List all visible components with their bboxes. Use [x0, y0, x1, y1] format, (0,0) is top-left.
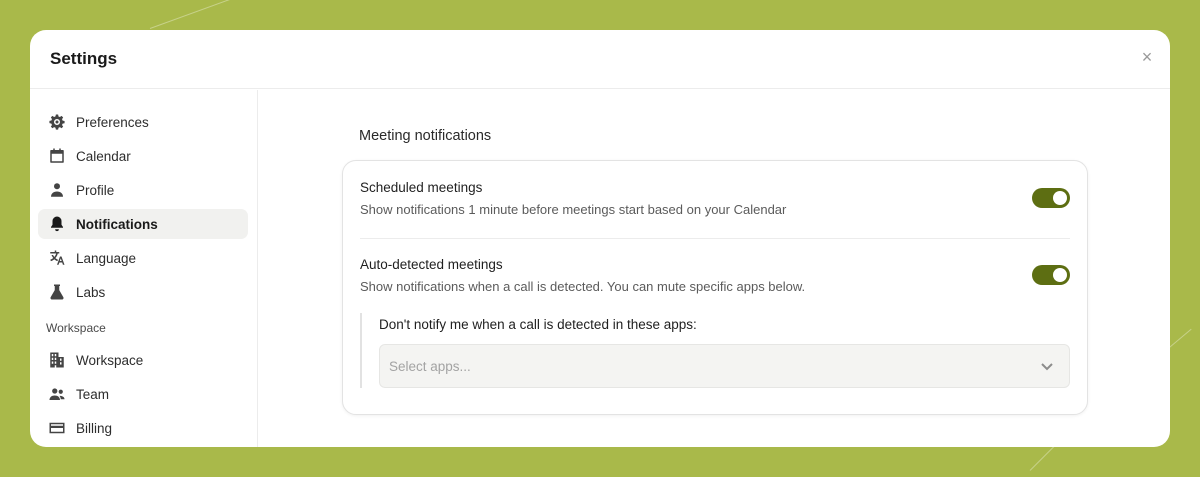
section-heading: Meeting notifications: [359, 128, 492, 144]
auto-detected-meetings-title: Auto-detected meetings: [360, 257, 503, 272]
divider: [360, 238, 1070, 239]
auto-detected-meetings-row: Auto-detected meetings Show notification…: [360, 257, 1070, 294]
select-apps-placeholder: Select apps...: [389, 358, 471, 374]
sidebar-item-language[interactable]: Language: [38, 243, 248, 273]
translate-icon: [47, 248, 67, 268]
workspace-section-label: Workspace: [46, 321, 106, 335]
mute-apps-block: Don't notify me when a call is detected …: [360, 313, 1070, 388]
settings-content: Meeting notifications Scheduled meetings…: [259, 90, 1170, 447]
sidebar-item-label: Labs: [76, 284, 106, 300]
sidebar-item-team[interactable]: Team: [38, 379, 248, 409]
mute-apps-label: Don't notify me when a call is detected …: [379, 317, 697, 332]
modal-header: Settings ×: [30, 30, 1170, 89]
settings-sidebar: Preferences Calendar Profile Notificatio…: [30, 90, 258, 447]
sidebar-item-calendar[interactable]: Calendar: [38, 141, 248, 171]
sidebar-item-label: Team: [76, 386, 110, 402]
team-icon: [47, 384, 67, 404]
chevron-down-icon: [1039, 358, 1055, 374]
meeting-notifications-card: Scheduled meetings Show notifications 1 …: [342, 160, 1088, 415]
modal-title: Settings: [50, 49, 118, 68]
sidebar-item-labs[interactable]: Labs: [38, 277, 248, 307]
auto-detected-meetings-description: Show notifications when a call is detect…: [360, 279, 806, 294]
sidebar-item-notifications[interactable]: Notifications: [38, 209, 248, 239]
sidebar-item-label: Profile: [76, 182, 115, 198]
person-icon: [47, 180, 67, 200]
sidebar-item-profile[interactable]: Profile: [38, 175, 248, 205]
flask-icon: [47, 282, 67, 302]
calendar-icon: [47, 146, 67, 166]
building-icon: [47, 350, 67, 370]
scheduled-meetings-toggle[interactable]: [1032, 188, 1070, 208]
auto-detected-meetings-toggle[interactable]: [1032, 265, 1070, 285]
scheduled-meetings-title: Scheduled meetings: [360, 180, 483, 195]
sidebar-item-label: Preferences: [76, 114, 149, 130]
sidebar-item-label: Language: [76, 250, 137, 266]
credit-card-icon: [47, 418, 67, 438]
background-decoration: [149, 0, 245, 29]
bell-icon: [47, 214, 67, 234]
sidebar-item-billing[interactable]: Billing: [38, 413, 248, 443]
sidebar-item-label: Workspace: [76, 352, 144, 368]
scheduled-meetings-row: Scheduled meetings Show notifications 1 …: [360, 180, 1070, 217]
scheduled-meetings-description: Show notifications 1 minute before meeti…: [360, 202, 787, 217]
sidebar-item-preferences[interactable]: Preferences: [38, 107, 248, 137]
sidebar-item-label: Notifications: [76, 216, 158, 232]
sidebar-item-workspace[interactable]: Workspace: [38, 345, 248, 375]
close-icon[interactable]: ×: [1136, 46, 1158, 68]
sidebar-item-label: Calendar: [76, 148, 131, 164]
settings-modal: Settings × Preferences Calendar Profile: [30, 30, 1170, 447]
select-apps-dropdown[interactable]: Select apps...: [379, 344, 1070, 388]
sidebar-item-label: Billing: [76, 420, 113, 436]
gear-icon: [47, 112, 67, 132]
